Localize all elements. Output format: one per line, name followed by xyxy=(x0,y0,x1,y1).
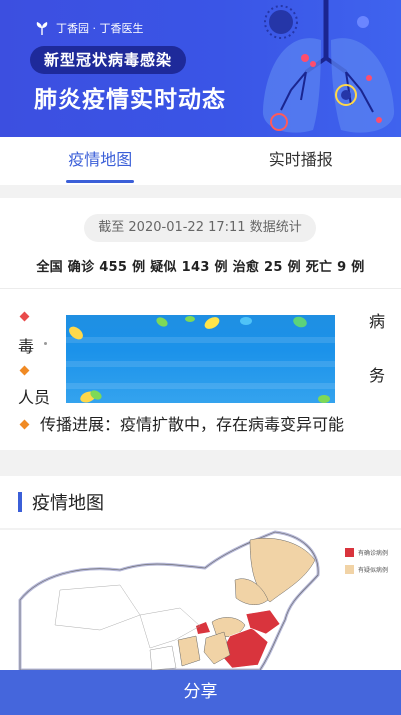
bullet-diamond-icon xyxy=(19,419,30,430)
tab-live-broadcast[interactable]: 实时播报 xyxy=(201,137,401,185)
legend-confirmed: 有确诊病例 xyxy=(345,548,388,557)
page-title: 肺炎疫情实时动态 xyxy=(34,87,226,113)
bullet-2-fragment-left: 人员 xyxy=(18,388,51,407)
bullet-1-fragment-right: 病 xyxy=(368,312,385,331)
bullet-3-text: 传播进展：疫情扩散中，存在病毒变异可能 xyxy=(40,415,345,434)
lungs-illustration-icon xyxy=(262,0,395,133)
china-map[interactable] xyxy=(0,530,401,670)
tab-bar: 疫情地图 实时播报 xyxy=(0,137,401,185)
map-section-header: 疫情地图 xyxy=(0,476,401,528)
leaf-decoration-icon xyxy=(69,316,330,403)
topic-pill: 新型冠状病毒感染 xyxy=(30,46,187,74)
brand-text: 丁香园 · 丁香医生 xyxy=(56,22,144,35)
clove-logo-icon xyxy=(36,22,48,35)
divider xyxy=(0,288,401,289)
header-banner: 丁香园 · 丁香医生 新型冠状病毒感染 肺炎疫情实时动态 xyxy=(0,0,401,137)
brand: 丁香园 · 丁香医生 xyxy=(34,20,144,36)
legend-label: 有确诊病例 xyxy=(358,550,389,557)
ad-banner[interactable] xyxy=(66,315,335,403)
bullet-transmission: 传播进展：疫情扩散中，存在病毒变异可能 xyxy=(18,412,388,438)
bullet-1-fragment-left: 毒 xyxy=(18,337,35,356)
map-section-title: 疫情地图 xyxy=(32,493,104,514)
stats-timestamp: 截至 2020-01-22 17:11 数据统计 xyxy=(84,214,316,242)
legend-swatch xyxy=(345,565,354,574)
share-button[interactable]: 分享 xyxy=(0,670,401,715)
tab-epidemic-map[interactable]: 疫情地图 xyxy=(0,137,201,185)
section-accent-bar xyxy=(18,492,22,512)
bullet-1-dot-icon xyxy=(44,342,47,345)
legend-swatch xyxy=(345,548,354,557)
legend-label: 有疑似病例 xyxy=(358,567,389,574)
china-map-graphic xyxy=(18,530,320,670)
bullet-2-fragment-right: 务 xyxy=(368,366,385,385)
legend-suspected: 有疑似病例 xyxy=(345,565,388,574)
map-legend: 有确诊病例 有疑似病例 xyxy=(345,548,388,582)
national-summary: 全国 确诊 455 例 疑似 143 例 治愈 25 例 死亡 9 例 xyxy=(36,260,365,275)
